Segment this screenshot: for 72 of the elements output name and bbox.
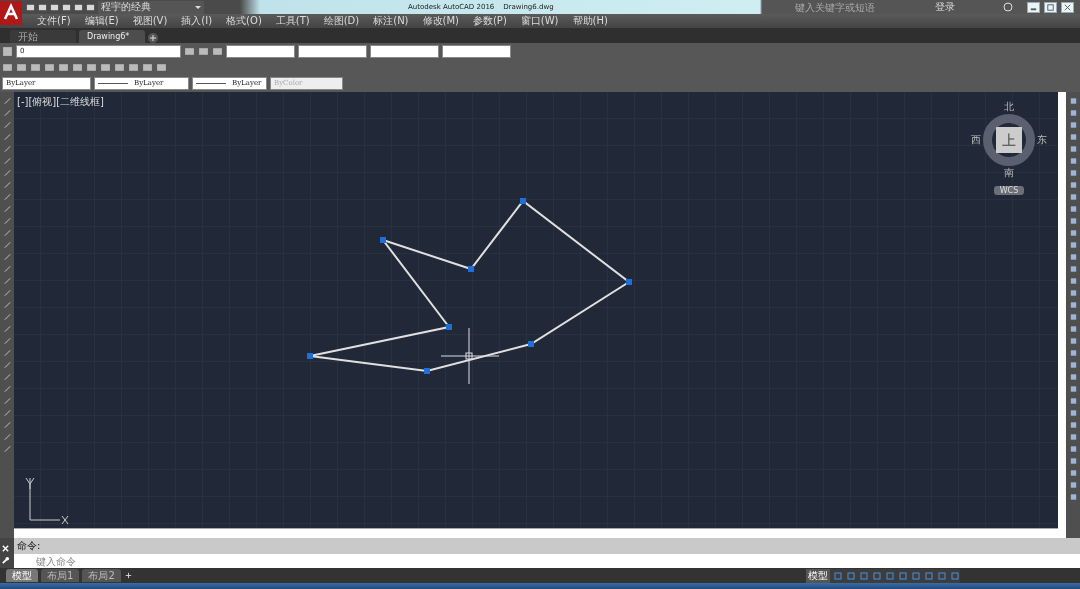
viewcube-face[interactable]: 上 [996, 127, 1022, 153]
menu-item[interactable]: 格式(O) [219, 14, 269, 28]
app-logo-icon[interactable] [0, 0, 22, 26]
compass-ring[interactable]: 上 [983, 114, 1035, 166]
workspace-dropdown[interactable]: 程宇的经典 [98, 0, 204, 14]
add-tab-icon[interactable] [148, 33, 158, 43]
polyline-drawing[interactable] [307, 198, 632, 374]
status-icon[interactable] [846, 570, 856, 581]
drawing-canvas[interactable]: [-][俯视][二维线框] 北 西 上 东 南 WCS [14, 92, 1058, 538]
toolbar-icon[interactable] [72, 62, 83, 73]
toolbar-icon[interactable] [198, 46, 209, 57]
layout-tab[interactable]: 布局2 [82, 569, 121, 582]
toolbar-icon[interactable] [58, 62, 69, 73]
style-dropdown[interactable] [370, 45, 439, 58]
status-icon[interactable] [872, 570, 882, 581]
compass-north[interactable]: 北 [1004, 100, 1014, 114]
command-history: 命令: [16, 539, 42, 553]
compass-south[interactable]: 南 [1004, 166, 1014, 180]
wrench-icon[interactable] [1, 556, 10, 565]
command-input[interactable]: 键入命令 [14, 554, 1080, 568]
status-icon[interactable] [937, 570, 947, 581]
menu-item[interactable]: 工具(T) [268, 14, 317, 28]
status-icon[interactable] [885, 570, 895, 581]
menu-item[interactable]: 帮助(H) [565, 14, 615, 28]
status-icon[interactable] [911, 570, 921, 581]
horizontal-scrollbar[interactable] [14, 528, 1058, 538]
toolbar-icon[interactable] [212, 46, 223, 57]
status-icon[interactable] [898, 570, 908, 581]
status-icon[interactable] [950, 570, 960, 581]
file-tab[interactable]: 开始 [10, 30, 76, 43]
toolbar-icon[interactable] [2, 62, 13, 73]
menu-item[interactable]: 插入(I) [174, 14, 220, 28]
model-space-button[interactable]: 模型 [806, 568, 830, 583]
maximize-icon[interactable] [1044, 1, 1057, 13]
menu-item[interactable]: 编辑(E) [77, 14, 126, 28]
style-dropdown[interactable] [442, 45, 511, 58]
viewport-label[interactable]: [-][俯视][二维线框] [17, 95, 105, 109]
toolbar-icon[interactable] [44, 62, 55, 73]
toolbar-icon[interactable] [156, 62, 167, 73]
compass-east[interactable]: 东 [1037, 133, 1047, 147]
style-dropdown[interactable] [226, 45, 295, 58]
menu-item[interactable]: 参数(P) [465, 14, 514, 28]
close-icon[interactable] [1061, 1, 1074, 13]
toolbar-icon[interactable] [100, 62, 111, 73]
file-tab[interactable]: Drawing6* [79, 30, 145, 43]
status-icon[interactable] [833, 570, 843, 581]
layout-tab[interactable]: 模型 [6, 569, 38, 582]
ucs-menu[interactable]: WCS [993, 186, 1025, 195]
style-dropdown[interactable] [298, 45, 367, 58]
menu-item[interactable]: 修改(M) [415, 14, 466, 28]
status-icon[interactable] [859, 570, 869, 581]
menu-item[interactable]: 绘图(D) [316, 14, 367, 28]
toolbar-icon[interactable] [16, 62, 27, 73]
toolbar-icon[interactable] [184, 46, 195, 57]
layer-icon[interactable] [2, 46, 13, 57]
crosshair-cursor [440, 327, 500, 385]
vertical-scrollbar[interactable] [1058, 92, 1066, 538]
status-icon[interactable] [924, 570, 934, 581]
toolbar-icon[interactable] [114, 62, 125, 73]
toolbar-icon[interactable] [142, 62, 153, 73]
minimize-icon[interactable] [1027, 1, 1040, 13]
menu-item[interactable]: 文件(F) [30, 14, 78, 28]
layout-tab[interactable]: 布局1 [41, 569, 80, 582]
menu-item[interactable]: 标注(N) [366, 14, 416, 28]
toolbar-icon[interactable] [128, 62, 139, 73]
toolbar-icon[interactable] [30, 62, 41, 73]
add-layout-icon[interactable] [123, 571, 133, 580]
menu-item[interactable]: 窗口(W) [513, 14, 566, 28]
compass-west[interactable]: 西 [971, 133, 981, 147]
menu-item[interactable]: 视图(V) [125, 14, 175, 28]
toolbar-icon[interactable] [86, 62, 97, 73]
caret-icon [195, 5, 201, 9]
